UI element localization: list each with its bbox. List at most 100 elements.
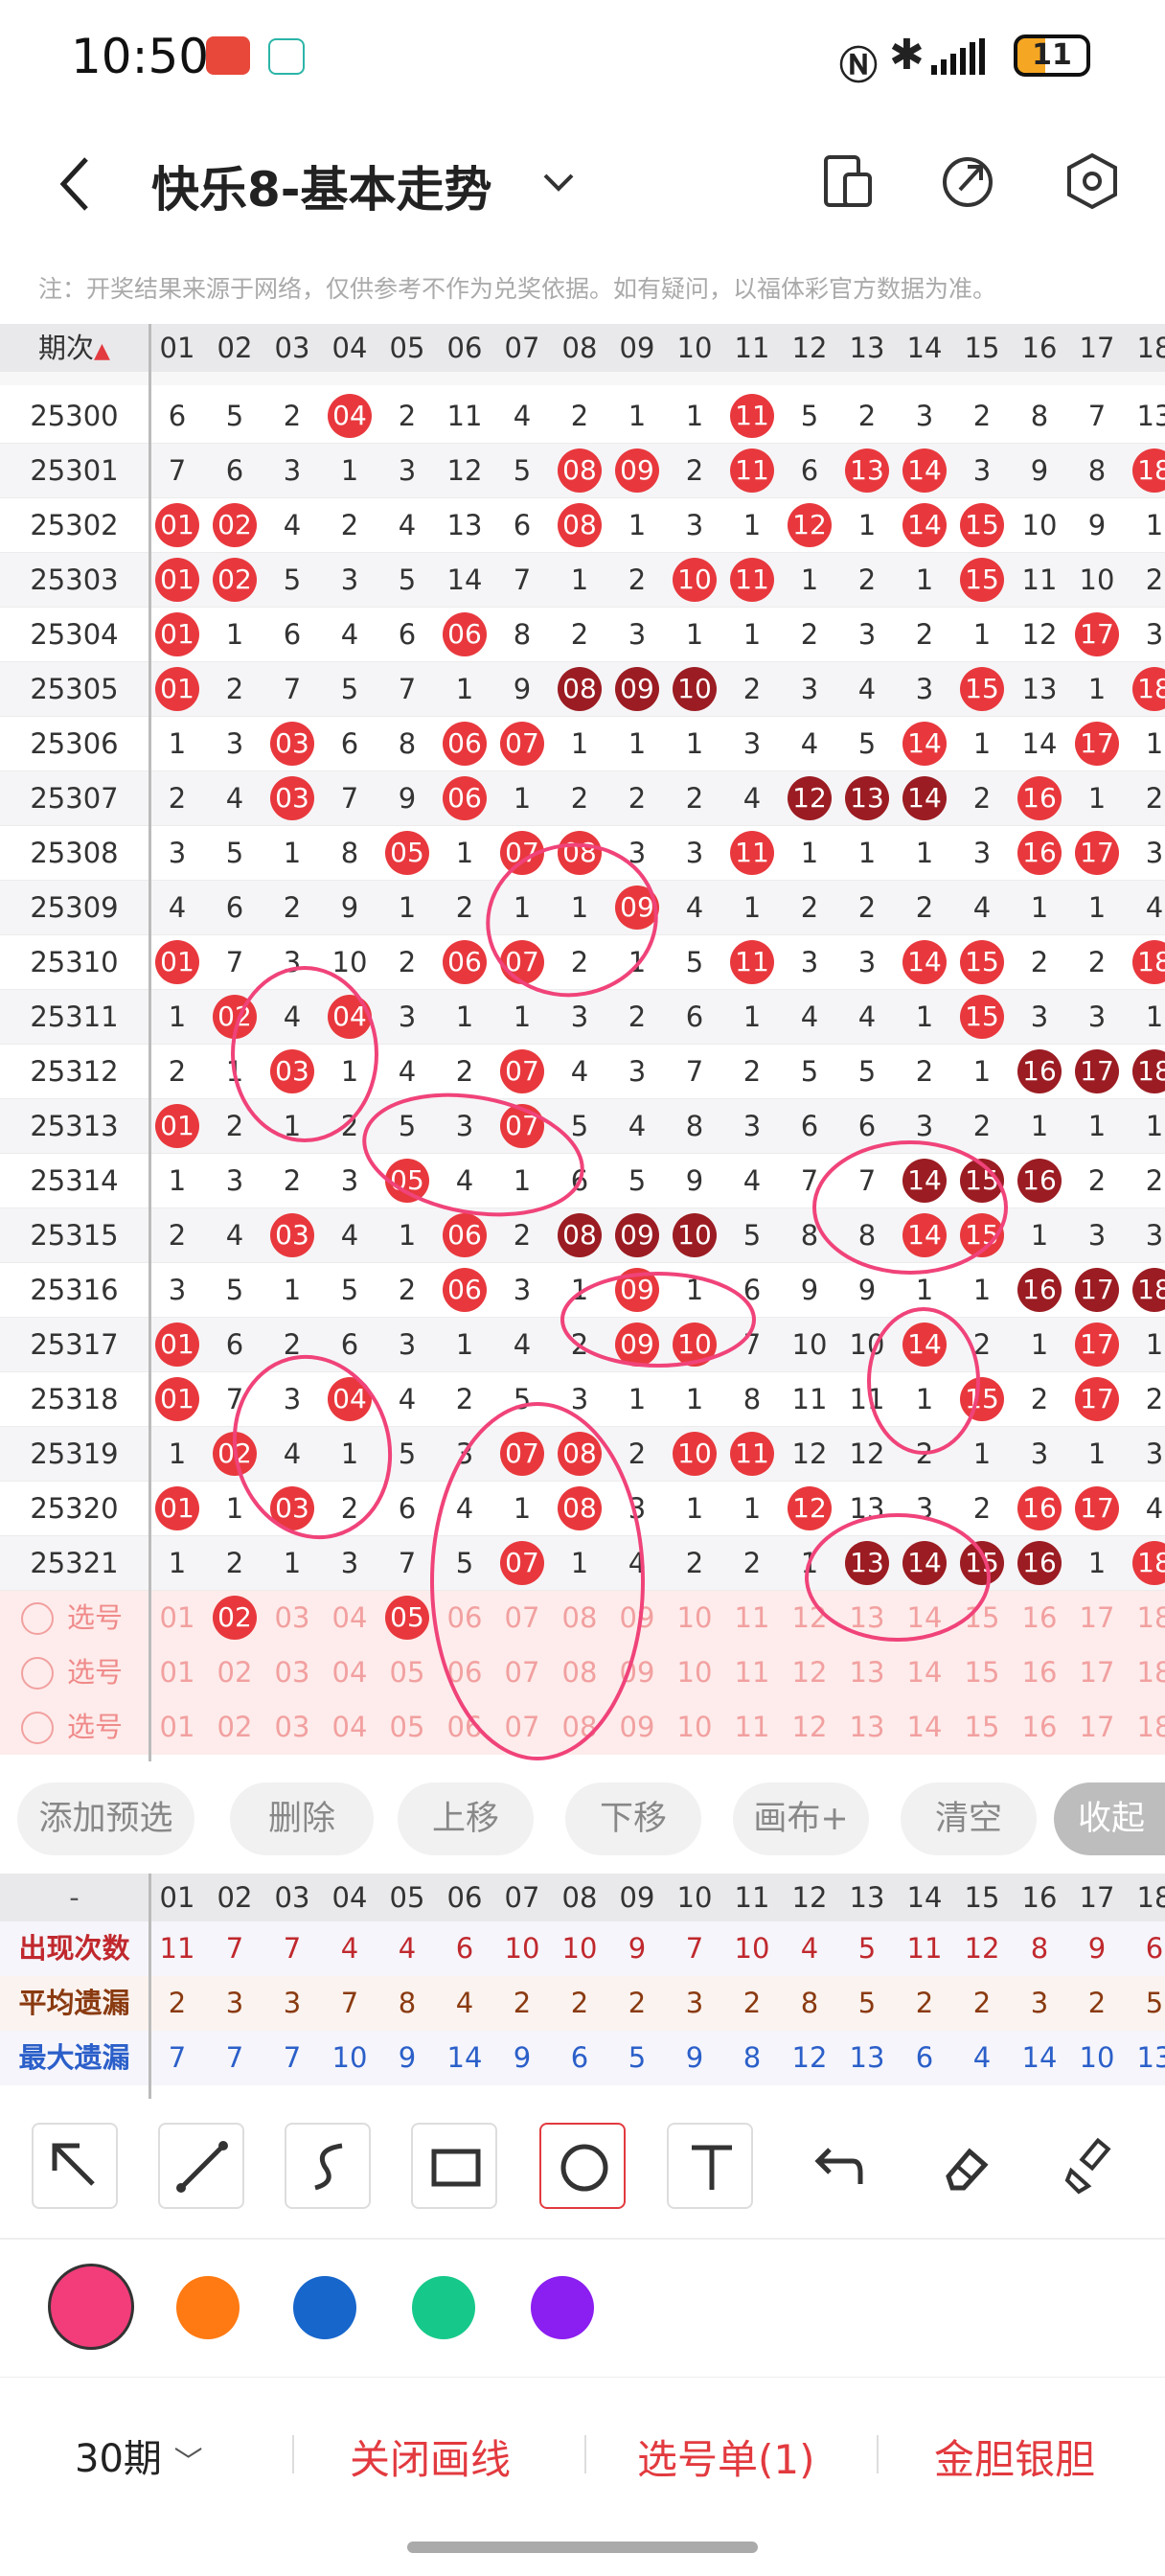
circle-tool-icon[interactable] [539,2123,626,2209]
rect-tool-icon[interactable] [411,2123,497,2209]
bottom-divider [877,2435,879,2473]
stats-column-header: 06 [446,1881,483,1914]
stats-value: 7 [225,1932,244,1965]
color-swatch[interactable] [293,2276,356,2339]
eraser-icon[interactable] [920,2123,1006,2209]
action-button[interactable]: 删除 [230,1782,374,1855]
gold-silver-button[interactable]: 金胆银胆 [934,2427,1095,2486]
stats-value: 9 [398,2041,417,2074]
stats-value: 2 [915,1987,934,2019]
stats-value: 10 [504,1932,540,1965]
stats-column-header: 12 [791,1881,828,1914]
stats-value: 8 [742,2041,762,2074]
stats-column-header: 17 [1079,1881,1115,1914]
stats-value: 7 [283,1932,302,1965]
stats-value: 4 [340,1932,359,1965]
stats-value: 5 [628,2041,647,2074]
stats-value: 10 [331,2041,368,2074]
action-button[interactable]: 下移 [565,1782,701,1855]
period-select-label: 30期 [75,2437,162,2481]
stats-column-header: 07 [504,1881,540,1914]
close-lines-button[interactable]: 关闭画线 [350,2427,511,2486]
stats-column-header: 03 [274,1881,310,1914]
stats-value: 12 [791,2041,828,2074]
period-select[interactable]: 30期 ﹀ [75,2427,203,2483]
color-swatch[interactable] [48,2264,134,2350]
stats-value: 3 [1030,1987,1049,2019]
bottom-bar: 30期 ﹀ 关闭画线 选号单(1) 金胆银胆 [0,2377,1165,2540]
stats-column-header: 04 [331,1881,368,1914]
stats-value: 7 [225,2041,244,2074]
stats-value: 11 [159,1932,195,1965]
stats-column-header: 01 [159,1881,195,1914]
stats-column-header: 05 [389,1881,425,1914]
stats-value: 4 [398,1932,417,1965]
stats-value: 2 [628,1987,647,2019]
stats-value: 6 [570,2041,589,2074]
curve-tool-icon[interactable] [285,2123,371,2209]
stats-value: 3 [225,1987,244,2019]
stats-column-header: 08 [561,1881,598,1914]
stats-value: 4 [972,2041,992,2074]
stats-value: 2 [513,1987,532,2019]
action-button[interactable]: 画布+ [733,1782,869,1855]
stats-value: 10 [561,1932,598,1965]
action-button[interactable]: 上移 [398,1782,534,1855]
stats-value: 5 [857,1932,877,1965]
stats-column-header: 18 [1136,1881,1165,1914]
stats-column-header: 15 [964,1881,1000,1914]
stats-value: 3 [685,1987,704,2019]
number-list-button[interactable]: 选号单(1) [637,2427,815,2486]
arrow-tool-icon[interactable] [32,2123,118,2209]
stats-value: 8 [398,1987,417,2019]
stats-label: 平均遗漏 [18,1987,130,2019]
stats-value: 3 [283,1987,302,2019]
stats-value: 2 [168,1987,187,2019]
color-swatch[interactable] [531,2276,594,2339]
stats-value: 10 [734,1932,770,1965]
stats-divider [148,1874,151,2099]
stats-column-header: 10 [676,1881,713,1914]
stats-value: 2 [972,1987,992,2019]
stats-value: 11 [906,1932,943,1965]
tools-separator [0,2238,1165,2240]
stats-value: 4 [455,1987,474,2019]
stats-column-header: 09 [619,1881,655,1914]
stats-value: 4 [800,1932,819,1965]
stats-table: - 01 02 03 04 05 06 07 08 09 10 11 12 13 14 15 16 17 18 出… [0,1874,1165,2104]
chevron-down-icon: ﹀ [173,2446,203,2479]
stats-value: 10 [1079,2041,1115,2074]
stats-value: 13 [849,2041,885,2074]
stats-value: 7 [168,2041,187,2074]
stats-column-header: 13 [849,1881,885,1914]
stats-value: 7 [283,2041,302,2074]
stats-column-header: 02 [217,1881,253,1914]
stats-value: 12 [964,1932,1000,1965]
action-button[interactable]: 收起 [1054,1782,1165,1855]
action-button[interactable]: 清空 [901,1782,1037,1855]
stats-value: 8 [800,1987,819,2019]
stats-dash: - [69,1881,80,1914]
stats-value: 9 [685,2041,704,2074]
action-button[interactable]: 添加预选 [17,1782,194,1855]
color-swatch[interactable] [176,2276,240,2339]
text-tool-icon[interactable] [667,2123,753,2209]
stats-value: 7 [685,1932,704,1965]
line-tool-icon[interactable] [158,2123,244,2209]
stats-value: 2 [742,1987,762,2019]
stats-value: 9 [513,2041,532,2074]
stats-value: 14 [1021,2041,1058,2074]
stats-value: 14 [446,2041,483,2074]
stats-value: 9 [628,1932,647,1965]
stats-value: 6 [455,1932,474,1965]
home-indicator [407,2542,758,2553]
stats-column-header: 14 [906,1881,943,1914]
stats-value: 6 [1145,1932,1164,1965]
undo-icon[interactable] [793,2123,879,2209]
color-swatch[interactable] [412,2276,475,2339]
stats-value: 9 [1087,1932,1107,1965]
stats-value: 2 [1087,1987,1107,2019]
bottom-divider [584,2435,586,2473]
brush-clear-icon[interactable] [1046,2123,1132,2209]
stats-column-header: 11 [734,1881,770,1914]
